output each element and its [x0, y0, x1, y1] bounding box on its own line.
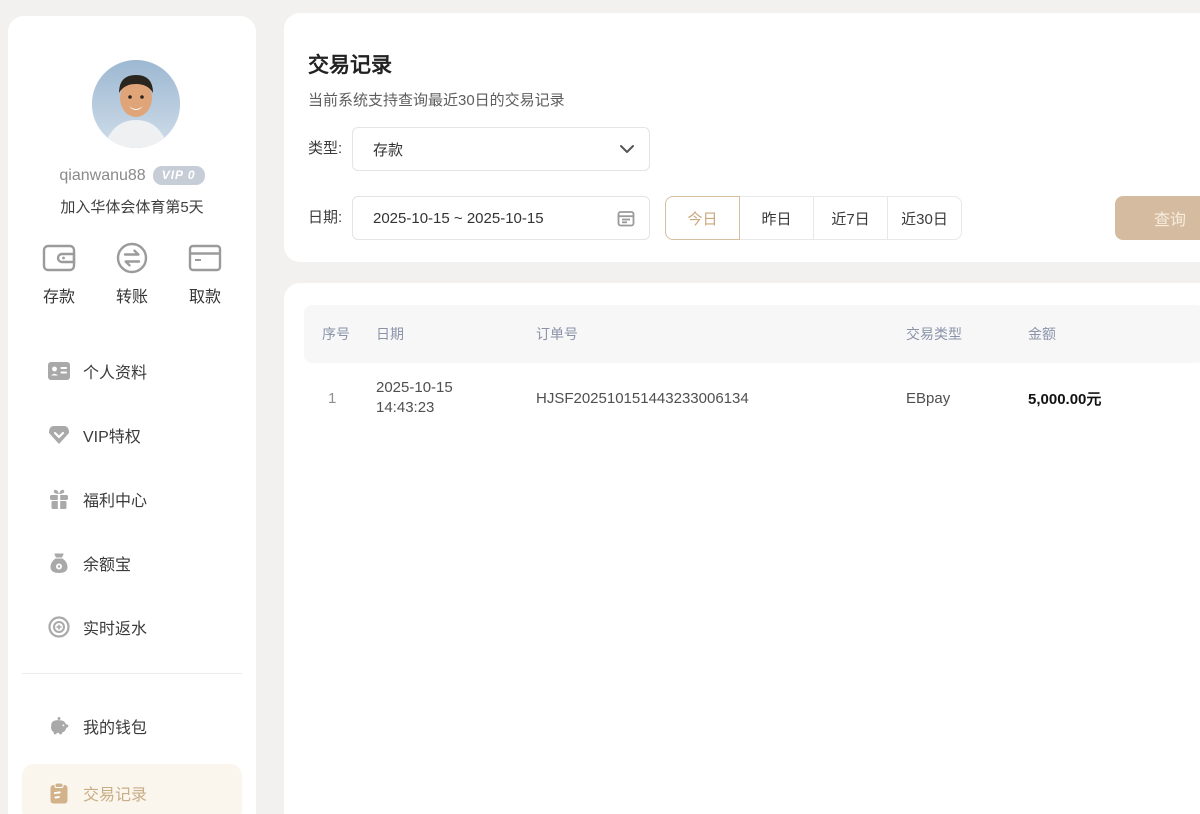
table-header-row: 序号 日期 订单号 交易类型 金额 [304, 305, 1200, 363]
cell-date: 2025-10-15 14:43:23 [376, 378, 536, 418]
date-range-presets: 今日 昨日 近7日 近30日 [665, 196, 962, 240]
sidebar-item-label: VIP特权 [83, 423, 141, 447]
cell-amount: 5,000.00元 [1028, 388, 1200, 409]
sidebar-item-label: 交易记录 [83, 781, 147, 805]
deposit-action[interactable]: 存款 [28, 240, 90, 307]
coin-icon [48, 616, 70, 638]
search-button[interactable]: 查询 [1115, 196, 1200, 240]
header-order-no: 订单号 [536, 324, 906, 344]
header-index: 序号 [322, 324, 376, 344]
preset-30days-button[interactable]: 近30日 [887, 196, 962, 240]
type-select[interactable]: 存款 [352, 127, 650, 171]
type-select-value: 存款 [373, 139, 619, 160]
cell-order-no: HJSF202510151443233006134 [536, 390, 906, 407]
joined-days-text: 加入华体会体育第5天 [8, 196, 256, 217]
quick-actions: 存款 转账 取款 [28, 240, 236, 307]
withdraw-action[interactable]: 取款 [174, 240, 236, 307]
sidebar-item-rebate[interactable]: 实时返水 [8, 595, 256, 659]
wallet-icon [42, 240, 76, 276]
quick-action-label: 存款 [43, 283, 75, 307]
gift-icon [48, 488, 70, 510]
header-date: 日期 [376, 324, 536, 344]
cell-type: EBpay [906, 390, 1028, 407]
sidebar-divider [22, 673, 242, 674]
cell-date-time: 14:43:23 [376, 398, 536, 418]
transfer-icon [115, 240, 149, 276]
sidebar-item-benefits[interactable]: 福利中心 [8, 467, 256, 531]
filter-panel: 交易记录 当前系统支持查询最近30日的交易记录 类型: 存款 日期: 2025-… [284, 13, 1200, 262]
sidebar-item-vip[interactable]: VIP特权 [8, 403, 256, 467]
calendar-icon [617, 209, 635, 227]
cell-date-day: 2025-10-15 [376, 378, 536, 398]
transactions-table: 序号 日期 订单号 交易类型 金额 1 2025-10-15 14:43:23 … [284, 283, 1200, 814]
quick-action-label: 取款 [189, 283, 221, 307]
transfer-action[interactable]: 转账 [101, 240, 163, 307]
sidebar-item-label: 个人资料 [83, 359, 147, 383]
page-title: 交易记录 [308, 49, 392, 79]
sidebar-item-label: 福利中心 [83, 487, 147, 511]
chevron-down-icon [619, 144, 635, 154]
sidebar: qianwanu88 VIP 0 加入华体会体育第5天 存款 [8, 16, 256, 814]
bank-card-icon [188, 240, 222, 276]
header-amount: 金额 [1028, 324, 1200, 344]
header-type: 交易类型 [906, 324, 1028, 344]
date-range-value: 2025-10-15 ~ 2025-10-15 [373, 210, 617, 227]
money-bag-icon [48, 552, 70, 574]
preset-today-button[interactable]: 今日 [665, 196, 740, 240]
vip-gem-icon [48, 424, 70, 446]
page-subtitle: 当前系统支持查询最近30日的交易记录 [308, 89, 565, 110]
sidebar-item-wallet[interactable]: 我的钱包 [8, 694, 256, 758]
piggy-bank-icon [48, 715, 70, 737]
preset-7days-button[interactable]: 近7日 [813, 196, 888, 240]
date-label: 日期: [308, 196, 342, 240]
cell-index: 1 [322, 390, 376, 407]
sidebar-item-yuebao[interactable]: 余额宝 [8, 531, 256, 595]
sidebar-item-transactions[interactable]: 交易记录 [22, 764, 242, 814]
clipboard-icon [48, 782, 70, 804]
avatar[interactable] [92, 60, 180, 148]
user-row: qianwanu88 VIP 0 [8, 166, 256, 185]
type-label: 类型: [308, 127, 342, 171]
sidebar-item-label: 我的钱包 [83, 714, 147, 738]
preset-yesterday-button[interactable]: 昨日 [739, 196, 814, 240]
date-range-input[interactable]: 2025-10-15 ~ 2025-10-15 [352, 196, 650, 240]
id-card-icon [48, 360, 70, 382]
sidebar-nav: 个人资料 VIP特权 福利中心 余额宝 实时返水 [8, 339, 256, 659]
sidebar-wallet-section: 我的钱包 交易记录 [8, 694, 256, 814]
sidebar-item-profile[interactable]: 个人资料 [8, 339, 256, 403]
username: qianwanu88 [59, 167, 145, 185]
vip-badge: VIP 0 [153, 166, 205, 185]
table-row: 1 2025-10-15 14:43:23 HJSF20251015144323… [304, 363, 1200, 433]
sidebar-item-label: 实时返水 [83, 615, 147, 639]
sidebar-item-label: 余额宝 [83, 551, 131, 575]
quick-action-label: 转账 [116, 283, 148, 307]
